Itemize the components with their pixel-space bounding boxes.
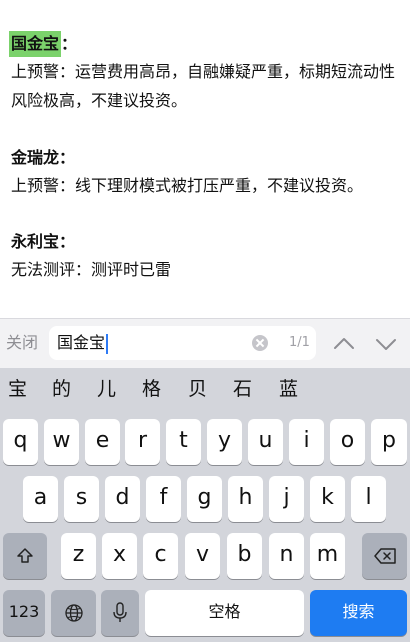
key-n[interactable]: n: [269, 533, 304, 579]
key-c[interactable]: c: [143, 533, 178, 579]
key-a[interactable]: a: [23, 476, 58, 522]
key-l[interactable]: l: [351, 476, 386, 522]
key-d[interactable]: d: [105, 476, 140, 522]
entry-yonglibao: 永利宝： 无法测评：测评时已雷: [11, 229, 403, 284]
microphone-icon: [113, 602, 127, 622]
entry-title: 金瑞龙: [11, 148, 60, 167]
match-count: 1/1: [289, 335, 310, 350]
key-z[interactable]: z: [61, 533, 96, 579]
find-in-page-bar: 关闭 国金宝 1/1: [0, 318, 410, 368]
key-p[interactable]: p: [371, 419, 407, 465]
key-i[interactable]: i: [289, 419, 324, 465]
search-key[interactable]: 搜索: [310, 590, 407, 636]
entry-body: 无法测评：测评时已雷: [11, 260, 172, 279]
entry-jinruilong: 金瑞龙： 上预警：线下理财模式被打压严重，不建议投资。: [11, 145, 403, 200]
entry-title-colon: ：: [59, 148, 76, 167]
numbers-key[interactable]: 123: [3, 590, 45, 636]
key-o[interactable]: o: [330, 419, 365, 465]
key-w[interactable]: w: [44, 419, 79, 465]
find-query-text: 国金宝: [57, 333, 106, 352]
backspace-icon: [373, 548, 396, 564]
globe-icon: [64, 604, 83, 622]
entry-body: 上预警：线下理财模式被打压严重，不建议投资。: [11, 176, 364, 195]
key-m[interactable]: m: [310, 533, 345, 579]
candidate-item[interactable]: 石: [233, 377, 252, 401]
find-input[interactable]: 国金宝 1/1: [49, 326, 316, 360]
backspace-key[interactable]: [362, 533, 407, 579]
entry-title-colon: ：: [59, 232, 76, 251]
shift-key[interactable]: [3, 533, 47, 579]
globe-key[interactable]: [51, 590, 96, 636]
key-t[interactable]: t: [166, 419, 201, 465]
candidate-item[interactable]: 儿: [97, 377, 116, 401]
candidate-item[interactable]: 格: [142, 377, 161, 401]
chevron-down-icon[interactable]: [374, 332, 398, 356]
entry-body: 上预警：运营费用高昂，自融嫌疑严重，标期短流动性风险极高，不建议投资。: [11, 62, 396, 110]
key-g[interactable]: g: [187, 476, 222, 522]
microphone-key[interactable]: [101, 590, 139, 636]
key-b[interactable]: b: [227, 533, 262, 579]
key-k[interactable]: k: [310, 476, 345, 522]
candidate-item[interactable]: 贝: [188, 377, 207, 401]
key-s[interactable]: s: [64, 476, 99, 522]
key-u[interactable]: u: [248, 419, 283, 465]
key-v[interactable]: v: [185, 533, 220, 579]
document-content: 国金宝： 上预警：运营费用高昂，自融嫌疑严重，标期短流动性风险极高，不建议投资。…: [0, 0, 410, 318]
candidate-item[interactable]: 宝: [8, 377, 27, 401]
key-j[interactable]: j: [269, 476, 304, 522]
space-key[interactable]: 空格: [145, 590, 304, 636]
clear-icon[interactable]: [252, 335, 268, 351]
key-h[interactable]: h: [228, 476, 263, 522]
entry-title-highlighted: 国金宝: [9, 31, 62, 57]
key-r[interactable]: r: [125, 419, 160, 465]
candidate-item[interactable]: 蓝: [279, 377, 298, 401]
candidate-item[interactable]: 的: [52, 377, 71, 401]
key-y[interactable]: y: [207, 419, 242, 465]
key-e[interactable]: e: [85, 419, 120, 465]
key-q[interactable]: q: [3, 419, 38, 465]
entry-guojinbao: 国金宝： 上预警：运营费用高昂，自融嫌疑严重，标期短流动性风险极高，不建议投资。: [9, 31, 403, 115]
entry-title-colon: ：: [61, 34, 78, 53]
key-f[interactable]: f: [146, 476, 181, 522]
shift-icon: [17, 548, 33, 563]
entry-title: 永利宝: [11, 232, 60, 251]
text-caret: [106, 334, 108, 354]
close-button[interactable]: 关闭: [6, 332, 38, 354]
candidate-bar: 宝 的 儿 格 贝 石 蓝: [0, 368, 410, 410]
key-x[interactable]: x: [102, 533, 137, 579]
chevron-up-icon[interactable]: [332, 332, 356, 356]
keyboard: 宝 的 儿 格 贝 石 蓝 q w e r t y u i o p a s d …: [0, 368, 410, 642]
